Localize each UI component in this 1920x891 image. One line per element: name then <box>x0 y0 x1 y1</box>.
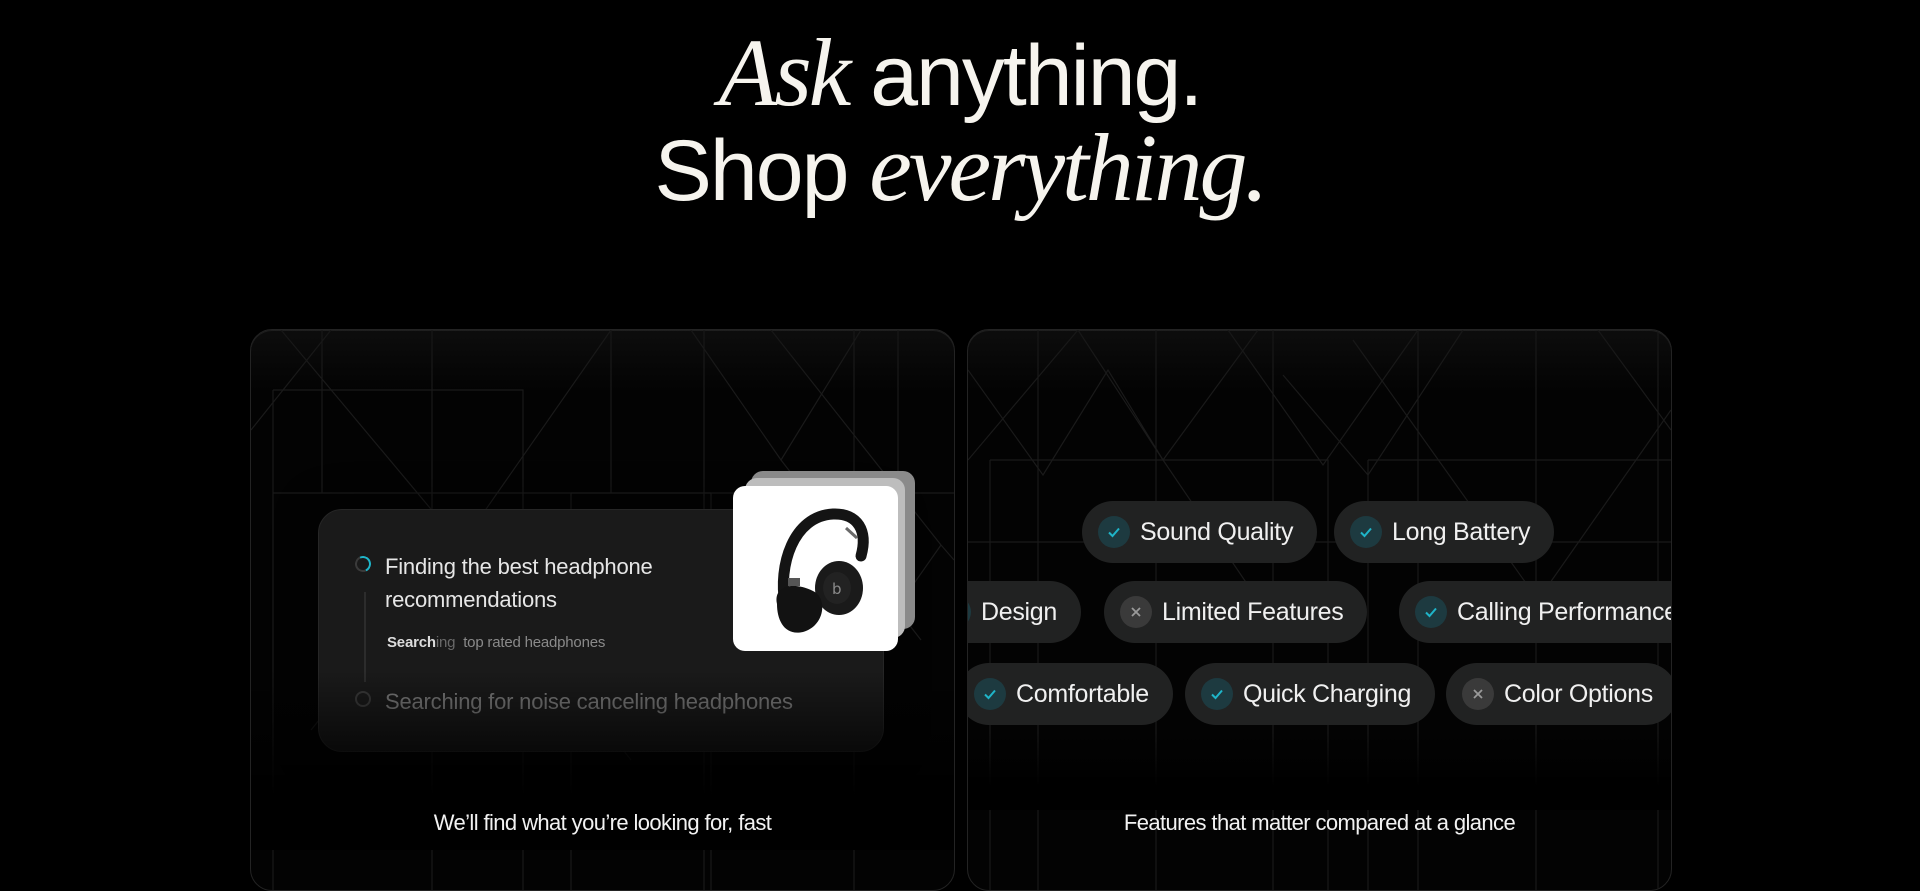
feature-pill-comfortable: Comfortable <box>968 663 1173 725</box>
search-substep: Searching top rated headphones <box>387 634 605 651</box>
hero-italic-everything: everything. <box>869 114 1268 221</box>
check-icon <box>1415 596 1447 628</box>
card-bottom-fade <box>968 730 1671 810</box>
check-icon <box>1201 678 1233 710</box>
feature-pill-calling-performance: Calling Performance <box>1399 581 1672 643</box>
search-step-1: Finding the best headphone recommendatio… <box>352 550 715 616</box>
substep-query: top rated headphones <box>463 634 606 651</box>
feature-label: Sound Quality <box>1140 517 1294 546</box>
check-icon <box>968 596 971 628</box>
hero-line-1: Ask anything. <box>0 25 1920 121</box>
search-step-1-label: Finding the best headphone recommendatio… <box>385 554 653 612</box>
check-icon <box>1350 516 1382 548</box>
card-caption: Features that matter compared at a glanc… <box>1123 810 1516 835</box>
hero-text-shop: Shop <box>654 123 870 219</box>
substep-mid: ing <box>435 634 456 651</box>
card-top-sheen <box>251 330 954 390</box>
feature-label: Design <box>981 597 1058 626</box>
spinner-icon <box>352 553 374 575</box>
hero-italic-ask: Ask <box>718 19 852 126</box>
substep-highlight: Search <box>387 634 436 651</box>
features-compare-card: Sound Quality Long Battery Design Limite… <box>967 329 1672 891</box>
feature-pill-long-battery: Long Battery <box>1334 501 1555 563</box>
hero-text-anything: anything. <box>848 28 1203 124</box>
check-icon <box>974 678 1006 710</box>
product-image-stack: b <box>733 459 923 651</box>
headphones-image: b <box>733 486 898 651</box>
headphones-icon: b <box>776 508 869 633</box>
cross-icon <box>1462 678 1494 710</box>
feature-label: Limited Features <box>1162 597 1344 626</box>
feature-label: Long Battery <box>1392 517 1531 546</box>
hero-line-2: Shop everything. <box>0 120 1920 216</box>
check-icon <box>1098 516 1130 548</box>
feature-pill-design: Design <box>968 581 1082 643</box>
card-top-sheen <box>968 330 1671 390</box>
feature-pill-sound-quality: Sound Quality <box>1082 501 1318 563</box>
cross-icon <box>1120 596 1152 628</box>
step-connector-line <box>364 592 366 682</box>
feature-label: Quick Charging <box>1243 679 1412 708</box>
feature-pill-limited-features: Limited Features <box>1104 581 1368 643</box>
feature-label: Calling Performance <box>1457 597 1672 626</box>
feature-pill-quick-charging: Quick Charging <box>1185 663 1436 725</box>
search-feature-card: Finding the best headphone recommendatio… <box>250 329 955 891</box>
feature-label: Color Options <box>1504 679 1653 708</box>
feature-pill-color-options: Color Options <box>1446 663 1671 725</box>
feature-label: Comfortable <box>1016 679 1149 708</box>
card-caption: We’ll find what you’re looking for, fast <box>433 810 772 835</box>
svg-text:b: b <box>832 580 842 598</box>
